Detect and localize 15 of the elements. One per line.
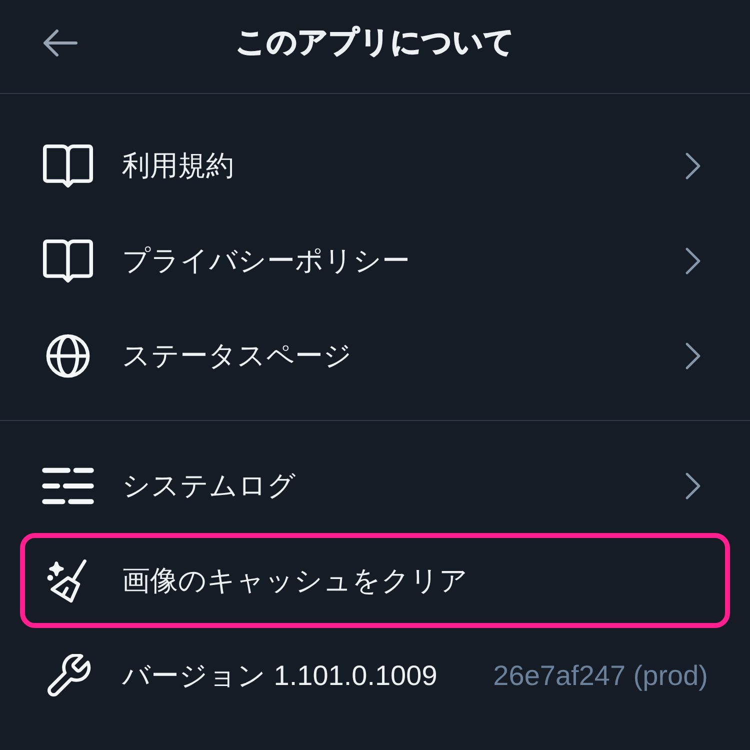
menu-item[interactable]: ステータスページ [20,308,730,403]
chevron-right-icon [683,340,703,370]
menu-item[interactable]: 画像のキャッシュをクリア [20,533,730,628]
build-hash: 26e7af247 (prod) [493,660,708,692]
chevron-right-icon [683,150,703,180]
menu-item[interactable]: 利用規約 [20,118,730,213]
page-title: このアプリについて [236,25,514,61]
version-label: バージョン 1.101.0.1009 [122,658,438,692]
chevron-right-icon [683,246,703,276]
book-icon [42,238,94,282]
menu-item[interactable]: プライバシーポリシー [20,213,730,308]
back-arrow-icon [41,28,79,58]
book-icon [42,144,94,188]
menu-item[interactable]: システムログ [20,438,730,533]
chevron-right-icon [683,470,703,500]
